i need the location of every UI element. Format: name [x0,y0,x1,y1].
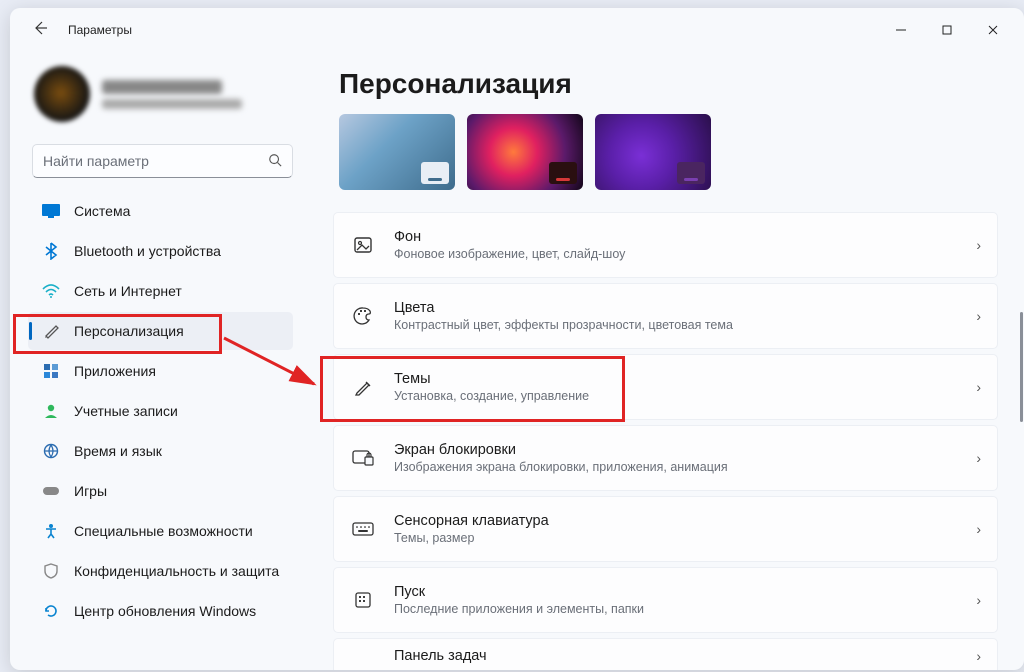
row-title: Панель задач [394,648,956,664]
nav-label: Сеть и Интернет [74,283,182,299]
chevron-right-icon: › [976,592,981,608]
back-button[interactable] [32,20,60,41]
keyboard-icon [352,518,374,540]
nav-label: Конфиденциальность и защита [74,563,279,579]
scrollbar[interactable] [1016,312,1024,650]
row-sub: Последние приложения и элементы, папки [394,602,956,616]
nav-label: Время и язык [74,443,162,459]
user-icon [42,402,60,420]
sidebar-item-accounts[interactable]: Учетные записи [28,392,293,430]
row-taskbar[interactable]: Панель задач › [333,638,998,670]
profile-text [102,80,242,109]
titlebar: Параметры [10,8,1024,52]
picture-icon [352,234,374,256]
nav-label: Приложения [74,363,156,379]
search-input[interactable] [43,153,268,169]
chevron-right-icon: › [976,237,981,253]
row-start[interactable]: Пуск Последние приложения и элементы, пап… [333,567,998,633]
close-button[interactable] [970,14,1016,46]
row-sub: Изображения экрана блокировки, приложени… [394,460,956,474]
chevron-right-icon: › [976,450,981,466]
nav-label: Bluetooth и устройства [74,243,221,259]
minimize-button[interactable] [878,14,924,46]
sidebar: Система Bluetooth и устройства Сеть и Ин… [10,52,315,670]
row-title: Цвета [394,300,956,316]
maximize-button[interactable] [924,14,970,46]
sidebar-item-privacy[interactable]: Конфиденциальность и защита [28,552,293,590]
row-title: Экран блокировки [394,442,956,458]
window-controls [878,14,1016,46]
row-colors[interactable]: Цвета Контрастный цвет, эффекты прозрачно… [333,283,998,349]
row-title: Пуск [394,584,956,600]
sidebar-item-network[interactable]: Сеть и Интернет [28,272,293,310]
start-icon [352,589,374,611]
row-title: Фон [394,229,956,245]
gamepad-icon [42,482,60,500]
theme-preview-2[interactable] [467,114,583,190]
search-box[interactable] [32,144,293,178]
row-lockscreen[interactable]: Экран блокировки Изображения экрана блоки… [333,425,998,491]
nav-label: Игры [74,483,107,499]
shield-icon [42,562,60,580]
sidebar-item-bluetooth[interactable]: Bluetooth и устройства [28,232,293,270]
scrollbar-thumb[interactable] [1020,312,1023,422]
settings-list: ФонФоновое изображение, цвет, слайд-шоу … [333,212,1016,670]
sidebar-item-system[interactable]: Система [28,192,293,230]
update-icon [42,602,60,620]
bluetooth-icon [42,242,60,260]
nav-label: Учетные записи [74,403,178,419]
profile-block[interactable] [28,60,315,136]
chevron-right-icon: › [976,648,981,664]
theme-preview-3[interactable] [595,114,711,190]
palette-icon [352,305,374,327]
row-sub: Темы, размер [394,531,956,545]
row-background[interactable]: ФонФоновое изображение, цвет, слайд-шоу … [333,212,998,278]
row-touch-keyboard[interactable]: Сенсорная клавиатура Темы, размер › [333,496,998,562]
globe-icon [42,442,60,460]
sidebar-item-update[interactable]: Центр обновления Windows [28,592,293,630]
row-title: Сенсорная клавиатура [394,513,956,529]
accessibility-icon [42,522,60,540]
nav-label: Специальные возможности [74,523,253,539]
monitor-icon [42,202,60,220]
chevron-right-icon: › [976,379,981,395]
sidebar-item-apps[interactable]: Приложения [28,352,293,390]
nav-label: Система [74,203,130,219]
theme-previews [339,114,1016,190]
avatar [34,66,90,122]
sidebar-item-accessibility[interactable]: Специальные возможности [28,512,293,550]
chevron-right-icon: › [976,308,981,324]
row-sub: Фоновое изображение, цвет, слайд-шоу [394,247,956,261]
annotation-highlight-sidebar [13,314,222,354]
nav-list: Система Bluetooth и устройства Сеть и Ин… [28,192,315,630]
wifi-icon [42,282,60,300]
lockscreen-icon [352,447,374,469]
annotation-highlight-themes [320,356,625,422]
theme-preview-1[interactable] [339,114,455,190]
window-title: Параметры [68,23,132,37]
sidebar-item-time-language[interactable]: Время и язык [28,432,293,470]
sidebar-item-gaming[interactable]: Игры [28,472,293,510]
taskbar-icon [352,645,374,667]
apps-icon [42,362,60,380]
search-icon [268,153,282,170]
arrow-left-icon [32,20,48,36]
chevron-right-icon: › [976,521,981,537]
row-sub: Контрастный цвет, эффекты прозрачности, … [394,318,956,332]
nav-label: Центр обновления Windows [74,603,256,619]
page-title: Персонализация [339,68,1016,100]
